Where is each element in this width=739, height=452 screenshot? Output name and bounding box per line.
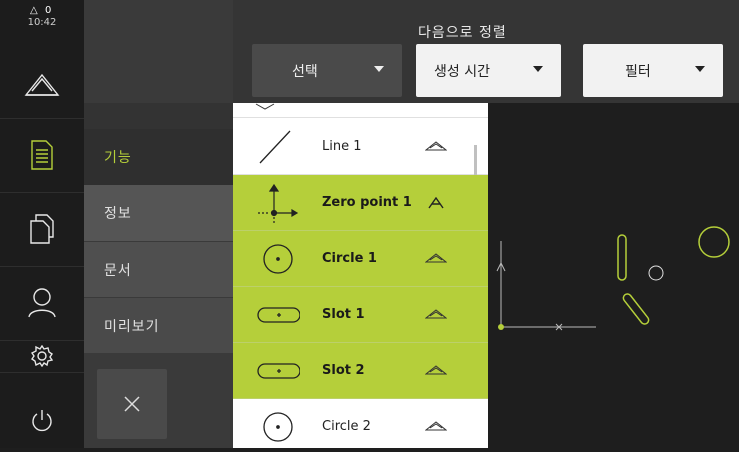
list-item[interactable]: Zero point 1 [233,175,488,231]
measure-triangle-icon [425,365,447,375]
circle-icon [263,244,293,274]
list-item[interactable]: Slot 2 [233,343,488,399]
zero-point-icon [258,183,299,223]
feature-name: Zero point 1 [322,195,412,210]
list-item[interactable]: Circle 1 [233,231,488,287]
rail-item-measure[interactable] [0,118,84,193]
slot-icon [257,307,300,323]
menu-item-document[interactable]: 문서 [84,241,233,297]
measure-triangle-icon [425,141,447,151]
rail-item-power[interactable] [0,393,84,448]
list-item-partial [233,103,488,118]
close-button[interactable] [97,369,167,439]
preview-slot-2 [622,293,650,325]
warning-icon: △ [30,5,38,16]
feature-name: Slot 1 [322,307,365,322]
rail-item-settings[interactable] [0,340,84,373]
feature-name: Circle 1 [322,251,377,266]
chevron-down-icon [695,66,705,72]
chevron-down-icon [533,66,543,72]
filter-dropdown[interactable]: 필터 [583,44,723,97]
measure-triangle-icon[interactable] [0,60,84,110]
warning-count: 0 [45,5,52,16]
line-icon [259,130,291,164]
preview-zero-point [498,324,504,330]
preview-slot-1 [617,234,627,281]
preview-canvas[interactable] [488,103,739,448]
feature-list[interactable]: Line 1 Zero point 1 Circle 1 Slot 1 Slot… [233,103,488,448]
select-label: 선택 [292,63,318,80]
copy-files-icon [30,214,54,244]
sort-value: 생성 시간 [434,63,490,80]
list-item[interactable]: Line 1 [233,119,488,175]
sort-dropdown[interactable]: 생성 시간 [416,44,561,97]
measure-triangle-icon [425,421,447,431]
construct-icon [428,197,444,209]
measure-triangle-icon [425,253,447,263]
gear-icon [31,345,53,367]
feature-name: Slot 2 [322,363,365,378]
circle-icon [263,412,293,442]
list-item[interactable]: Slot 1 [233,287,488,343]
feature-name: Circle 2 [322,419,371,434]
power-icon [32,409,52,431]
measure-triangle-icon [425,309,447,319]
main-sidebar: △ 0 10:42 [0,0,84,448]
rail-item-files[interactable] [0,192,84,267]
feature-name: Line 1 [322,139,362,154]
filter-label: 필터 [625,63,651,80]
menu-spacer [84,103,233,129]
list-scrollbar[interactable] [474,145,477,175]
sort-label: 다음으로 정렬 [418,25,507,41]
menu-item-info[interactable]: 정보 [84,185,233,241]
status-area: △ 0 10:42 [0,0,84,119]
user-icon [28,288,56,318]
menu-item-features[interactable]: 기능 [84,129,233,185]
close-icon [124,396,140,412]
list-item[interactable]: Circle 2 [233,399,488,448]
select-dropdown[interactable]: 선택 [252,44,402,97]
preview-circle-2 [648,265,664,281]
chevron-icon [255,103,275,110]
chevron-down-icon [374,66,384,72]
preview-drawing [496,226,730,331]
rail-item-user[interactable] [0,266,84,341]
slot-icon [257,363,300,379]
preview-circle-1 [698,226,730,258]
clock: 10:42 [27,17,57,28]
document-list-icon [31,140,53,170]
menu-item-preview[interactable]: 미리보기 [84,297,233,353]
